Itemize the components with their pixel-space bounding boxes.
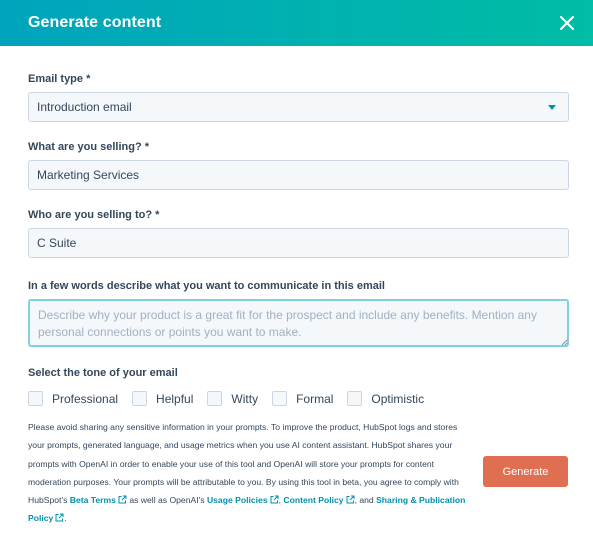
email-type-value: Introduction email <box>37 100 132 114</box>
selling-group: What are you selling? * Marketing Servic… <box>28 139 569 190</box>
external-link-icon <box>118 495 127 504</box>
tone-option-professional[interactable]: Professional <box>28 391 118 406</box>
disclaimer-mid-text: as well as OpenAI's <box>129 495 205 506</box>
privacy-disclaimer: Please avoid sharing any sensitive infor… <box>28 418 476 528</box>
selling-value: Marketing Services <box>37 168 140 182</box>
tone-label: Select the tone of your email <box>28 367 178 379</box>
selling-label: What are you selling? * <box>28 141 150 153</box>
close-icon[interactable] <box>555 11 579 35</box>
checkbox[interactable] <box>28 391 43 406</box>
usage-policies-label: Usage Policies <box>206 495 268 506</box>
generate-button[interactable]: Generate <box>483 456 568 487</box>
tone-option-formal[interactable]: Formal <box>272 391 333 406</box>
dialog-header: Generate content <box>0 0 593 46</box>
checkbox[interactable] <box>132 391 148 406</box>
tone-option-label: Helpful <box>156 391 194 406</box>
selling-input[interactable]: Marketing Services <box>28 160 569 190</box>
external-link-icon <box>55 513 64 522</box>
beta-terms-link[interactable]: Beta Terms <box>70 495 127 505</box>
communicate-textarea[interactable] <box>28 299 569 347</box>
disclaimer-end: . <box>64 513 67 524</box>
disclaimer-and: , and <box>354 495 374 506</box>
communicate-label: In a few words describe what you want to… <box>28 280 385 292</box>
tone-option-label: Witty <box>231 391 259 406</box>
email-type-select[interactable]: Introduction email <box>28 92 569 122</box>
content-policy-label: Content Policy <box>283 495 344 506</box>
disclaimer-comma: , <box>278 495 281 506</box>
resize-handle-icon[interactable] <box>561 339 568 346</box>
disclaimer-text: Please avoid sharing any sensitive infor… <box>28 422 459 506</box>
chevron-down-icon <box>548 105 556 110</box>
selling-to-group: Who are you selling to? * C Suite <box>28 207 569 258</box>
tone-option-witty[interactable]: Witty <box>207 391 258 406</box>
content-policy-link[interactable]: Content Policy <box>283 495 355 506</box>
email-type-group: Email type * Introduction email <box>28 71 569 122</box>
selling-to-input[interactable]: C Suite <box>28 228 569 258</box>
checkbox[interactable] <box>207 391 223 406</box>
beta-terms-label: Beta Terms <box>69 495 116 506</box>
communicate-group: In a few words describe what you want to… <box>28 278 569 347</box>
communicate-wrapper <box>28 299 569 347</box>
tone-option-optimistic[interactable]: Optimistic <box>347 391 424 406</box>
tone-option-label: Professional <box>52 391 119 406</box>
selling-to-value: C Suite <box>37 236 77 250</box>
checkbox[interactable] <box>347 391 363 406</box>
tone-options: Professional Helpful Witty Formal Optimi… <box>28 391 569 406</box>
tone-option-label: Formal <box>296 391 334 406</box>
external-link-icon <box>270 495 279 504</box>
checkbox[interactable] <box>272 391 288 406</box>
tone-group: Select the tone of your email Profession… <box>28 365 569 406</box>
usage-policies-link[interactable]: Usage Policies <box>207 495 279 505</box>
tone-option-label: Optimistic <box>371 391 425 406</box>
external-link-icon <box>346 495 355 504</box>
selling-to-label: Who are you selling to? * <box>28 209 160 221</box>
generate-form: Email type * Introduction email What are… <box>28 71 569 406</box>
tone-option-helpful[interactable]: Helpful <box>132 391 193 406</box>
dialog-title: Generate content <box>28 14 162 31</box>
email-type-label: Email type * <box>28 73 91 85</box>
